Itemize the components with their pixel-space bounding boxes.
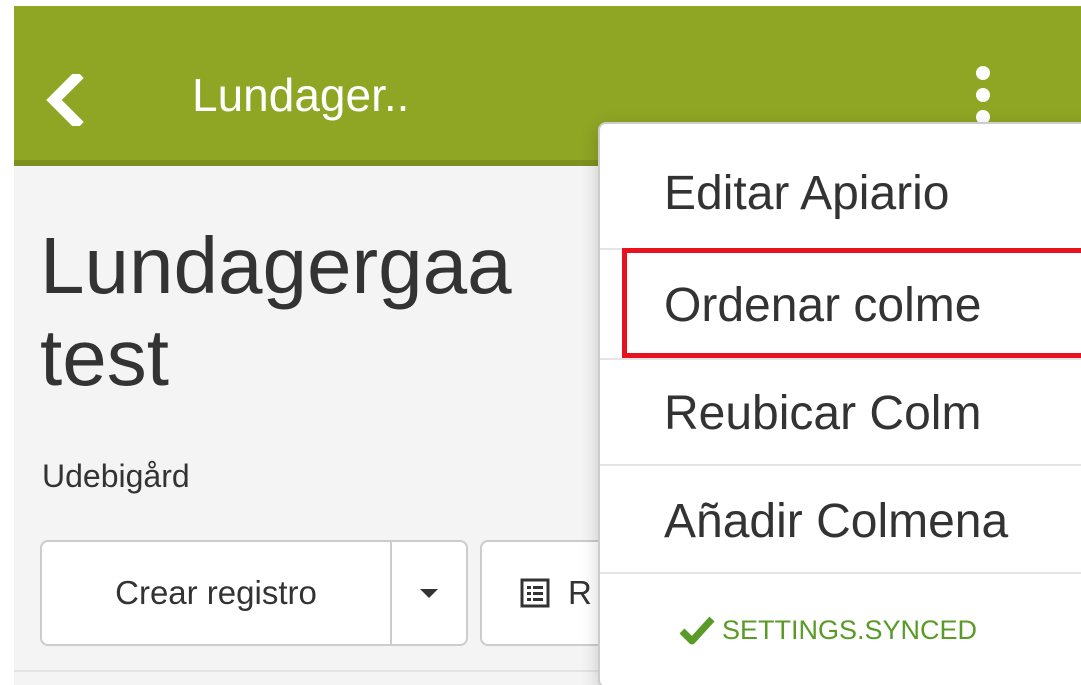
action-button-group: Crear registro R — [40, 540, 680, 646]
more-options-button[interactable] — [970, 66, 998, 126]
app-window: Lundager.. Lundagergaa test Udebigård Cr… — [14, 6, 1081, 685]
menu-item-edit-apiary[interactable]: Editar Apiario — [600, 138, 1081, 248]
caret-down-icon — [420, 588, 438, 598]
menu-item-add-hive[interactable]: Añadir Colmena — [600, 466, 1081, 576]
menu-divider — [600, 572, 1081, 574]
create-record-button[interactable]: Crear registro — [40, 540, 392, 646]
chevron-left-icon — [46, 74, 84, 126]
menu-item-sort-hives[interactable]: Ordenar colme — [600, 250, 1081, 360]
topbar-title: Lundager.. — [192, 69, 410, 121]
page-title: Lundagergaa test — [40, 221, 512, 402]
sync-status-text: SETTINGS.SYNCED — [722, 614, 978, 645]
menu-item-relocate-hive[interactable]: Reubicar Colm — [600, 358, 1081, 468]
records-button-label: R — [568, 574, 592, 611]
back-button[interactable] — [42, 74, 86, 126]
create-record-dropdown-toggle[interactable] — [392, 540, 468, 646]
sync-status: SETTINGS.SYNCED — [678, 614, 977, 646]
kebab-menu-icon — [976, 66, 990, 80]
list-icon — [520, 578, 550, 608]
page-subtitle: Udebigård — [42, 458, 190, 494]
check-icon — [679, 616, 715, 645]
options-dropdown-menu: Editar Apiario Ordenar colme Reubicar Co… — [598, 122, 1081, 685]
